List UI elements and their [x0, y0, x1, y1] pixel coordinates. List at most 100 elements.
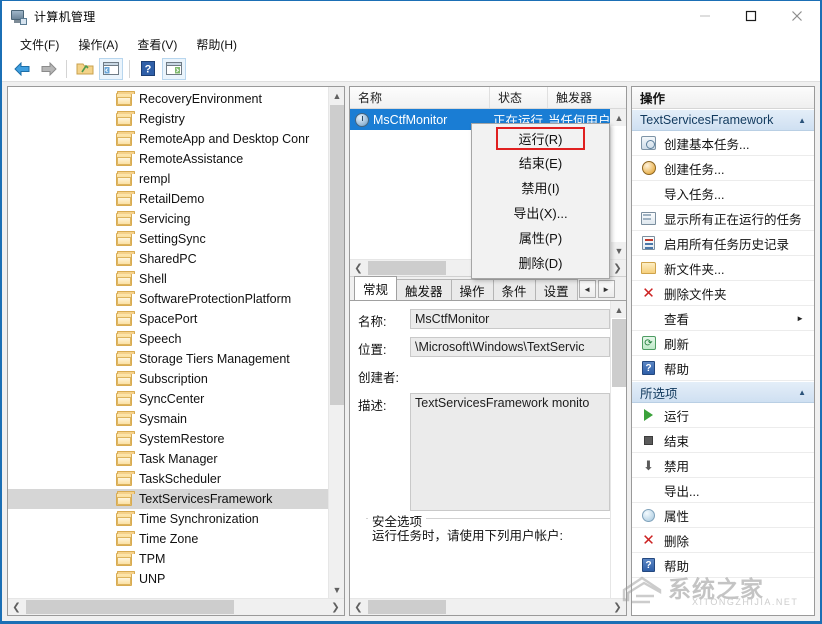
tree-item[interactable]: TextServicesFramework	[8, 489, 344, 509]
context-menu-item-4[interactable]: 属性(P)	[472, 225, 609, 250]
tab-scroll-right-icon[interactable]: ►	[598, 280, 615, 298]
context-menu-item-2[interactable]: 禁用(I)	[472, 175, 609, 200]
detail-scroll-right-icon[interactable]: ❯	[609, 599, 626, 615]
tree-item[interactable]: Subscription	[8, 369, 344, 389]
menu-action[interactable]: 操作(A)	[70, 34, 129, 55]
submenu-arrow-icon[interactable]: ►	[796, 314, 804, 323]
forward-arrow-icon[interactable]	[36, 58, 60, 80]
action-item[interactable]: 运行	[632, 403, 814, 428]
action-item[interactable]: ?帮助	[632, 553, 814, 578]
actions-section-header[interactable]: TextServicesFramework▲	[632, 109, 814, 131]
menu-help[interactable]: 帮助(H)	[188, 34, 248, 55]
tab-4[interactable]: 设置	[535, 279, 578, 300]
action-item[interactable]: 新文件夹...	[632, 256, 814, 281]
tree-item[interactable]: Task Manager	[8, 449, 344, 469]
show-tree-pane-icon[interactable]	[99, 58, 123, 80]
context-menu-item-5[interactable]: 删除(D)	[472, 250, 609, 275]
tree-scroll-right-icon[interactable]: ❯	[327, 599, 344, 615]
action-item[interactable]: 创建基本任务...	[632, 131, 814, 156]
tree-item[interactable]: SyncCenter	[8, 389, 344, 409]
minimize-button[interactable]	[682, 1, 728, 31]
tree-item[interactable]: RemoteAssistance	[8, 149, 344, 169]
back-arrow-icon[interactable]	[10, 58, 34, 80]
tree-scroll-up-icon[interactable]: ▲	[329, 87, 344, 104]
tasklist-scroll-up-icon[interactable]: ▲	[611, 109, 626, 126]
action-item[interactable]: ?帮助	[632, 356, 814, 381]
tree-scroll-down-icon[interactable]: ▼	[329, 581, 344, 598]
detail-horizontal-scrollbar[interactable]: ❮ ❯	[350, 598, 626, 615]
field-name-value[interactable]: MsCtfMonitor	[410, 309, 610, 329]
tree-item[interactable]: RecoveryEnvironment	[8, 89, 344, 109]
detail-scroll-up-icon[interactable]: ▲	[611, 301, 626, 318]
tree-item[interactable]: TPM	[8, 549, 344, 569]
action-item[interactable]: 查看►	[632, 306, 814, 331]
tree-item[interactable]: SystemRestore	[8, 429, 344, 449]
up-folder-icon[interactable]	[73, 58, 97, 80]
action-item[interactable]: 显示所有正在运行的任务	[632, 206, 814, 231]
show-action-pane-icon[interactable]	[162, 58, 186, 80]
tree-item[interactable]: Speech	[8, 329, 344, 349]
tree-item[interactable]: rempl	[8, 169, 344, 189]
tree-vertical-scrollbar[interactable]: ▲ ▼	[328, 87, 344, 598]
action-item[interactable]: 启用所有任务历史记录	[632, 231, 814, 256]
action-item[interactable]: ✕删除	[632, 528, 814, 553]
detail-hscroll-thumb[interactable]	[368, 600, 446, 614]
menu-view[interactable]: 查看(V)	[129, 34, 188, 55]
tree-item[interactable]: Time Synchronization	[8, 509, 344, 529]
tree-item[interactable]: SoftwareProtectionPlatform	[8, 289, 344, 309]
tree-item[interactable]: TaskScheduler	[8, 469, 344, 489]
action-item[interactable]: 创建任务...	[632, 156, 814, 181]
action-item[interactable]: 属性	[632, 503, 814, 528]
tab-scroll-left-icon[interactable]: ◄	[579, 280, 596, 298]
action-item[interactable]: ✕删除文件夹	[632, 281, 814, 306]
action-item[interactable]: 结束	[632, 428, 814, 453]
tree-item[interactable]: Time Zone	[8, 529, 344, 549]
tree-item[interactable]: Shell	[8, 269, 344, 289]
tree-item[interactable]: Sysmain	[8, 409, 344, 429]
tab-1[interactable]: 触发器	[396, 279, 452, 300]
tree-item[interactable]: SharedPC	[8, 249, 344, 269]
tree-item[interactable]: SettingSync	[8, 229, 344, 249]
tree-scroll-thumb[interactable]	[330, 105, 344, 405]
detail-scroll-left-icon[interactable]: ❮	[350, 599, 367, 615]
tree-item[interactable]: SpacePort	[8, 309, 344, 329]
tasklist-scroll-right-icon[interactable]: ❯	[609, 260, 626, 276]
detail-scroll-thumb[interactable]	[612, 319, 626, 387]
tree-scroll-left-icon[interactable]: ❮	[8, 599, 25, 615]
action-item[interactable]: 导入任务...	[632, 181, 814, 206]
tasklist-scroll-left-icon[interactable]: ❮	[350, 260, 367, 276]
tab-3[interactable]: 条件	[493, 279, 536, 300]
tree-item[interactable]: RetailDemo	[8, 189, 344, 209]
field-location-value[interactable]: \Microsoft\Windows\TextServic	[410, 337, 610, 357]
tree-item[interactable]: Servicing	[8, 209, 344, 229]
detail-vertical-scrollbar[interactable]: ▲ ▼	[610, 301, 626, 615]
maximize-button[interactable]	[728, 1, 774, 31]
tab-0[interactable]: 常规	[354, 276, 397, 300]
context-menu-item-3[interactable]: 导出(X)...	[472, 200, 609, 225]
action-item[interactable]: ⟳刷新	[632, 331, 814, 356]
help-icon[interactable]: ?	[136, 58, 160, 80]
tree-horizontal-scrollbar[interactable]: ❮ ❯	[8, 598, 344, 615]
menu-file[interactable]: 文件(F)	[12, 34, 70, 55]
column-header-trigger[interactable]: 触发器	[548, 87, 626, 108]
column-header-status[interactable]: 状态	[490, 87, 548, 108]
close-button[interactable]	[774, 1, 820, 31]
action-item[interactable]: ⬇禁用	[632, 453, 814, 478]
chevron-up-icon[interactable]: ▲	[798, 388, 806, 397]
field-description-value[interactable]: TextServicesFramework monito	[410, 393, 610, 511]
context-menu-item-0[interactable]: 运行(R)	[496, 127, 585, 150]
tree-item[interactable]: UNP	[8, 569, 344, 589]
tree-item[interactable]: Storage Tiers Management	[8, 349, 344, 369]
field-author-value[interactable]	[410, 365, 610, 385]
column-header-name[interactable]: 名称	[350, 87, 490, 108]
tab-2[interactable]: 操作	[451, 279, 494, 300]
tasklist-scroll-down-icon[interactable]: ▼	[611, 242, 626, 259]
chevron-up-icon[interactable]: ▲	[798, 116, 806, 125]
tree-item[interactable]: RemoteApp and Desktop Conr	[8, 129, 344, 149]
context-menu-item-1[interactable]: 结束(E)	[472, 150, 609, 175]
task-list-vertical-scrollbar[interactable]: ▲ ▼	[610, 109, 626, 259]
tree-item[interactable]: Registry	[8, 109, 344, 129]
tree-hscroll-thumb[interactable]	[26, 600, 234, 614]
tasklist-hscroll-thumb[interactable]	[368, 261, 446, 275]
actions-section-header[interactable]: 所选项▲	[632, 381, 814, 403]
